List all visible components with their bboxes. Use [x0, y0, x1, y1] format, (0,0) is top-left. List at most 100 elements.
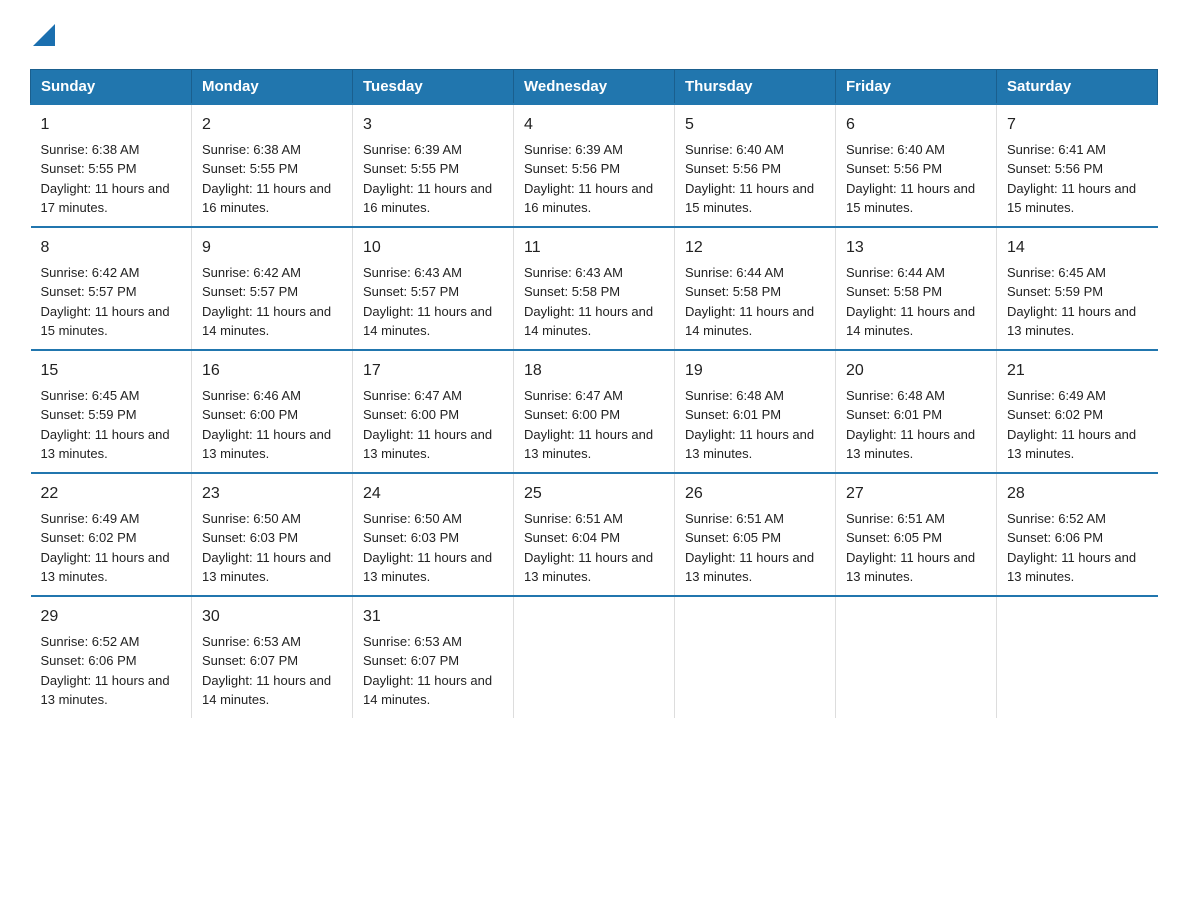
- day-cell: [514, 596, 675, 718]
- day-cell: 7 Sunrise: 6:41 AMSunset: 5:56 PMDaylight…: [997, 104, 1158, 227]
- day-number: 24: [363, 482, 503, 506]
- day-number: 30: [202, 605, 342, 629]
- day-info: Sunrise: 6:44 AMSunset: 5:58 PMDaylight:…: [846, 265, 975, 339]
- day-cell: 3 Sunrise: 6:39 AMSunset: 5:55 PMDaylight…: [353, 104, 514, 227]
- day-number: 15: [41, 359, 182, 383]
- header-row: SundayMondayTuesdayWednesdayThursdayFrid…: [31, 69, 1158, 104]
- day-number: 19: [685, 359, 825, 383]
- day-cell: 2 Sunrise: 6:38 AMSunset: 5:55 PMDaylight…: [192, 104, 353, 227]
- day-number: 5: [685, 113, 825, 137]
- day-cell: 19 Sunrise: 6:48 AMSunset: 6:01 PMDayligh…: [675, 350, 836, 473]
- day-cell: 11 Sunrise: 6:43 AMSunset: 5:58 PMDayligh…: [514, 227, 675, 350]
- day-number: 21: [1007, 359, 1148, 383]
- day-number: 3: [363, 113, 503, 137]
- day-cell: 10Sunrise: 6:43 AMSunset: 5:57 PMDayligh…: [353, 227, 514, 350]
- day-cell: [836, 596, 997, 718]
- day-cell: 20Sunrise: 6:48 AMSunset: 6:01 PMDayligh…: [836, 350, 997, 473]
- day-cell: 9 Sunrise: 6:42 AMSunset: 5:57 PMDaylight…: [192, 227, 353, 350]
- day-info: Sunrise: 6:40 AMSunset: 5:56 PMDaylight:…: [846, 142, 975, 216]
- day-number: 29: [41, 605, 182, 629]
- header-sunday: Sunday: [31, 69, 192, 104]
- day-number: 17: [363, 359, 503, 383]
- week-row-5: 29Sunrise: 6:52 AMSunset: 6:06 PMDayligh…: [31, 596, 1158, 718]
- day-info: Sunrise: 6:47 AMSunset: 6:00 PMDaylight:…: [524, 388, 653, 462]
- day-info: Sunrise: 6:52 AMSunset: 6:06 PMDaylight:…: [1007, 511, 1136, 585]
- day-info: Sunrise: 6:51 AMSunset: 6:04 PMDaylight:…: [524, 511, 653, 585]
- page-header: [30, 20, 1158, 51]
- day-number: 6: [846, 113, 986, 137]
- day-cell: 24 Sunrise: 6:50 AMSunset: 6:03 PMDayligh…: [353, 473, 514, 596]
- day-info: Sunrise: 6:53 AMSunset: 6:07 PMDaylight:…: [363, 634, 492, 708]
- day-cell: 13 Sunrise: 6:44 AMSunset: 5:58 PMDayligh…: [836, 227, 997, 350]
- header-thursday: Thursday: [675, 69, 836, 104]
- day-info: Sunrise: 6:50 AMSunset: 6:03 PMDaylight:…: [202, 511, 331, 585]
- day-info: Sunrise: 6:53 AMSunset: 6:07 PMDaylight:…: [202, 634, 331, 708]
- day-info: Sunrise: 6:51 AMSunset: 6:05 PMDaylight:…: [685, 511, 814, 585]
- header-tuesday: Tuesday: [353, 69, 514, 104]
- day-cell: 12Sunrise: 6:44 AMSunset: 5:58 PMDayligh…: [675, 227, 836, 350]
- day-info: Sunrise: 6:42 AMSunset: 5:57 PMDaylight:…: [202, 265, 331, 339]
- day-number: 8: [41, 236, 182, 260]
- day-number: 9: [202, 236, 342, 260]
- day-info: Sunrise: 6:48 AMSunset: 6:01 PMDaylight:…: [846, 388, 975, 462]
- day-info: Sunrise: 6:46 AMSunset: 6:00 PMDaylight:…: [202, 388, 331, 462]
- day-info: Sunrise: 6:38 AMSunset: 5:55 PMDaylight:…: [202, 142, 331, 216]
- day-info: Sunrise: 6:42 AMSunset: 5:57 PMDaylight:…: [41, 265, 170, 339]
- header-monday: Monday: [192, 69, 353, 104]
- day-info: Sunrise: 6:44 AMSunset: 5:58 PMDaylight:…: [685, 265, 814, 339]
- logo-triangle-icon: [33, 24, 55, 46]
- day-info: Sunrise: 6:48 AMSunset: 6:01 PMDaylight:…: [685, 388, 814, 462]
- day-number: 31: [363, 605, 503, 629]
- day-number: 18: [524, 359, 664, 383]
- day-cell: 26 Sunrise: 6:51 AMSunset: 6:05 PMDayligh…: [675, 473, 836, 596]
- day-number: 1: [41, 113, 182, 137]
- day-info: Sunrise: 6:51 AMSunset: 6:05 PMDaylight:…: [846, 511, 975, 585]
- day-cell: 14 Sunrise: 6:45 AMSunset: 5:59 PMDayligh…: [997, 227, 1158, 350]
- day-number: 16: [202, 359, 342, 383]
- day-number: 25: [524, 482, 664, 506]
- day-cell: 18 Sunrise: 6:47 AMSunset: 6:00 PMDayligh…: [514, 350, 675, 473]
- day-info: Sunrise: 6:49 AMSunset: 6:02 PMDaylight:…: [41, 511, 170, 585]
- day-info: Sunrise: 6:39 AMSunset: 5:55 PMDaylight:…: [363, 142, 492, 216]
- day-number: 7: [1007, 113, 1148, 137]
- day-cell: 22Sunrise: 6:49 AMSunset: 6:02 PMDayligh…: [31, 473, 192, 596]
- header-wednesday: Wednesday: [514, 69, 675, 104]
- day-info: Sunrise: 6:43 AMSunset: 5:58 PMDaylight:…: [524, 265, 653, 339]
- day-info: Sunrise: 6:40 AMSunset: 5:56 PMDaylight:…: [685, 142, 814, 216]
- day-info: Sunrise: 6:45 AMSunset: 5:59 PMDaylight:…: [41, 388, 170, 462]
- day-number: 4: [524, 113, 664, 137]
- week-row-3: 15 Sunrise: 6:45 AMSunset: 5:59 PMDayligh…: [31, 350, 1158, 473]
- day-info: Sunrise: 6:45 AMSunset: 5:59 PMDaylight:…: [1007, 265, 1136, 339]
- day-cell: 21 Sunrise: 6:49 AMSunset: 6:02 PMDayligh…: [997, 350, 1158, 473]
- day-info: Sunrise: 6:49 AMSunset: 6:02 PMDaylight:…: [1007, 388, 1136, 462]
- day-number: 2: [202, 113, 342, 137]
- header-friday: Friday: [836, 69, 997, 104]
- day-cell: 27 Sunrise: 6:51 AMSunset: 6:05 PMDayligh…: [836, 473, 997, 596]
- week-row-4: 22Sunrise: 6:49 AMSunset: 6:02 PMDayligh…: [31, 473, 1158, 596]
- day-cell: 28 Sunrise: 6:52 AMSunset: 6:06 PMDayligh…: [997, 473, 1158, 596]
- day-number: 27: [846, 482, 986, 506]
- day-number: 11: [524, 236, 664, 260]
- day-number: 23: [202, 482, 342, 506]
- day-cell: [675, 596, 836, 718]
- day-info: Sunrise: 6:41 AMSunset: 5:56 PMDaylight:…: [1007, 142, 1136, 216]
- day-number: 13: [846, 236, 986, 260]
- day-number: 14: [1007, 236, 1148, 260]
- day-cell: 25 Sunrise: 6:51 AMSunset: 6:04 PMDayligh…: [514, 473, 675, 596]
- day-cell: 1 Sunrise: 6:38 AMSunset: 5:55 PMDaylight…: [31, 104, 192, 227]
- day-cell: 29Sunrise: 6:52 AMSunset: 6:06 PMDayligh…: [31, 596, 192, 718]
- week-row-2: 8 Sunrise: 6:42 AMSunset: 5:57 PMDaylight…: [31, 227, 1158, 350]
- day-info: Sunrise: 6:47 AMSunset: 6:00 PMDaylight:…: [363, 388, 492, 462]
- week-row-1: 1 Sunrise: 6:38 AMSunset: 5:55 PMDaylight…: [31, 104, 1158, 227]
- day-number: 26: [685, 482, 825, 506]
- day-info: Sunrise: 6:38 AMSunset: 5:55 PMDaylight:…: [41, 142, 170, 216]
- day-number: 28: [1007, 482, 1148, 506]
- day-cell: 8 Sunrise: 6:42 AMSunset: 5:57 PMDaylight…: [31, 227, 192, 350]
- day-cell: 16 Sunrise: 6:46 AMSunset: 6:00 PMDayligh…: [192, 350, 353, 473]
- day-cell: 15 Sunrise: 6:45 AMSunset: 5:59 PMDayligh…: [31, 350, 192, 473]
- day-cell: 5 Sunrise: 6:40 AMSunset: 5:56 PMDaylight…: [675, 104, 836, 227]
- day-cell: 31 Sunrise: 6:53 AMSunset: 6:07 PMDayligh…: [353, 596, 514, 718]
- day-info: Sunrise: 6:50 AMSunset: 6:03 PMDaylight:…: [363, 511, 492, 585]
- day-cell: 4Sunrise: 6:39 AMSunset: 5:56 PMDaylight…: [514, 104, 675, 227]
- day-cell: 6 Sunrise: 6:40 AMSunset: 5:56 PMDaylight…: [836, 104, 997, 227]
